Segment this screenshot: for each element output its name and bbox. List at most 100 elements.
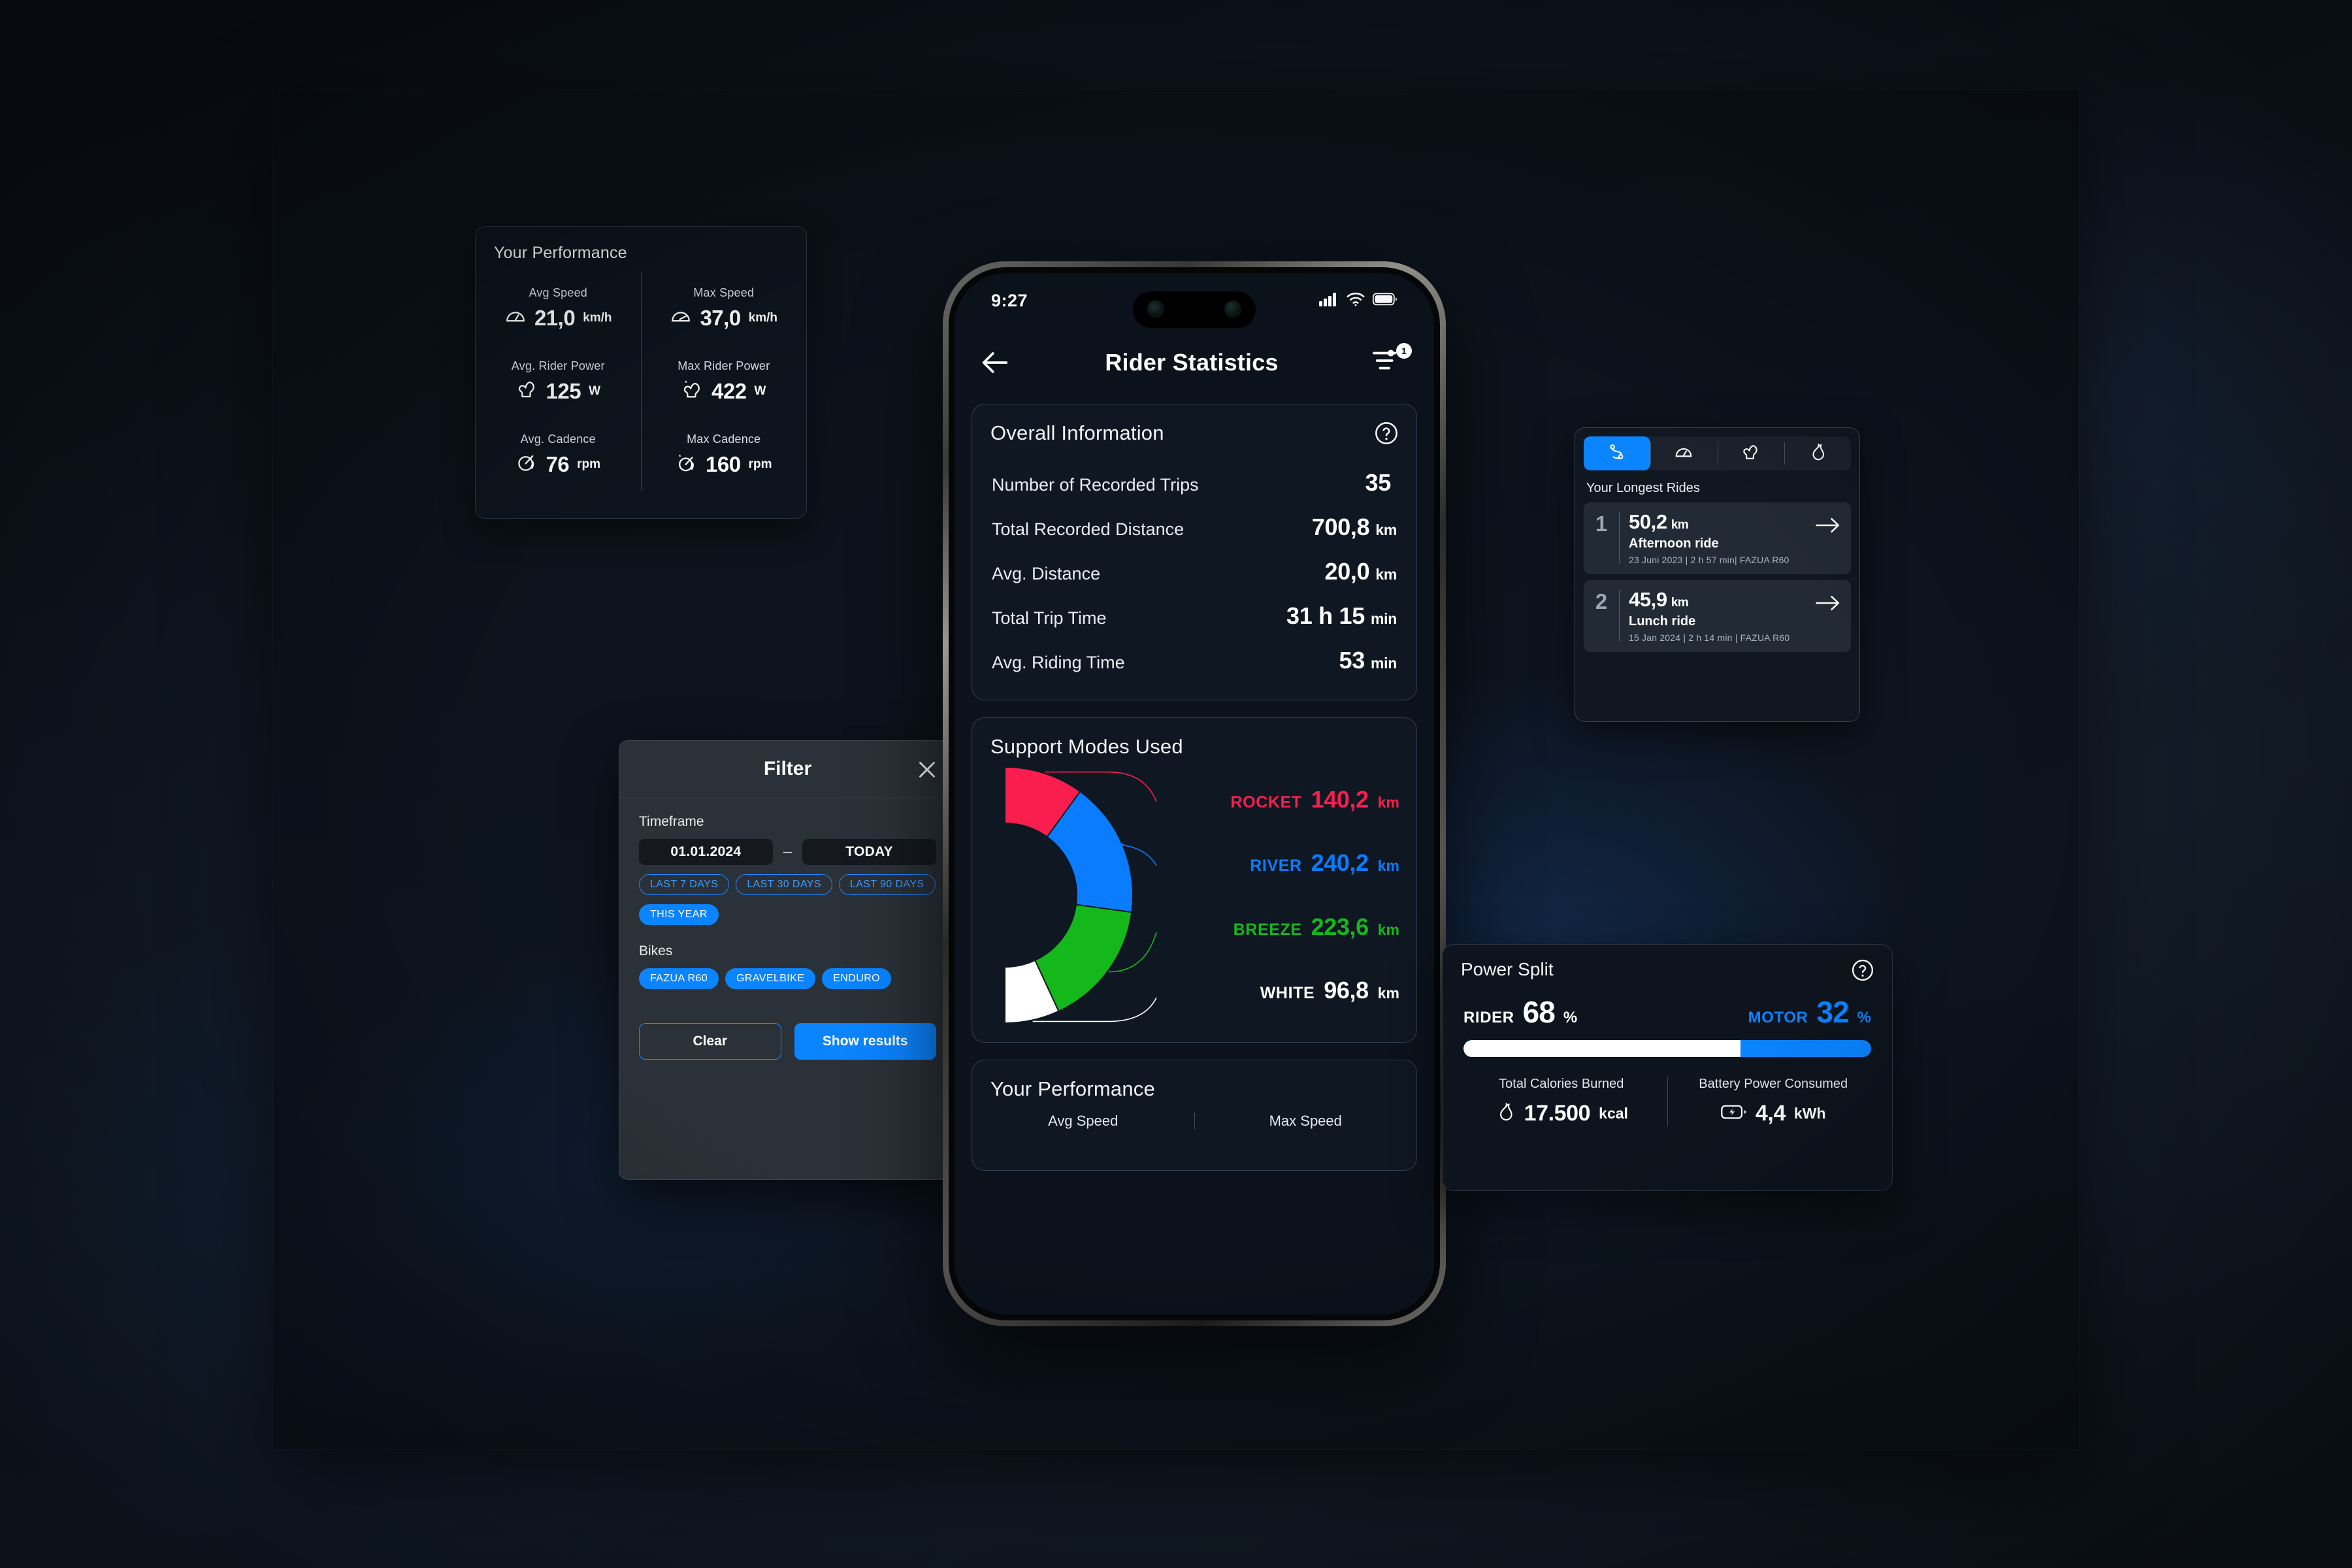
performance-metric-grid: Avg Speed 21,0 km/h Avg. Rider Power 125… (476, 272, 806, 491)
legend-value: 140,2 (1311, 785, 1369, 813)
scroll-content[interactable]: Overall Information Number of Recorded T… (955, 404, 1434, 1315)
metric-max-speed: Max Speed 37,0 km/h (670, 286, 777, 331)
metric-max-rider-power: Max Rider Power 422 W (678, 359, 770, 404)
filter-dialog-title: Filter (763, 758, 812, 779)
rider-label: RIDER (1463, 1009, 1514, 1026)
legend-label: ROCKET (1230, 792, 1302, 811)
metric-unit: W (754, 384, 766, 398)
overall-information-card: Overall Information Number of Recorded T… (972, 404, 1417, 700)
legend-label: WHITE (1260, 984, 1315, 1003)
chip-bike-enduro[interactable]: ENDURO (822, 968, 892, 989)
help-circle-icon[interactable] (1373, 420, 1399, 446)
bike-chips: FAZUA R60 GRAVELBIKE ENDURO (639, 968, 936, 989)
chip-last-30-days[interactable]: LAST 30 DAYS (736, 874, 832, 895)
flame-icon (1495, 1102, 1516, 1126)
chip-bike-fazua-r60[interactable]: FAZUA R60 (639, 968, 719, 989)
page-title: Rider Statistics (1105, 349, 1279, 376)
show-results-button[interactable]: Show results (794, 1023, 936, 1060)
arrow-left-icon[interactable] (978, 346, 1012, 380)
metric-avg-speed: Avg Speed 21,0 km/h (504, 286, 612, 331)
metric-max-cadence: Max Cadence 160 rpm (676, 433, 772, 477)
cellular-bars-icon (1319, 292, 1339, 310)
muscle-icon (1741, 442, 1761, 465)
row-unit: min (1371, 655, 1397, 672)
filter-dialog: Filter Timeframe 01.01.2024 – TODAY LAST… (619, 740, 956, 1180)
phone-screen: 9:27 Rider Statistics 1 Overall Informat… (955, 273, 1434, 1315)
row-value: 31 h 15 (1286, 602, 1365, 629)
row-value: 53 (1339, 647, 1365, 674)
timeframe-range: 01.01.2024 – TODAY (639, 839, 937, 865)
metric-unit: rpm (577, 457, 601, 471)
support-modes-title: Support Modes Used (990, 735, 1183, 758)
divider (1619, 512, 1620, 564)
row-unit: km (1375, 566, 1397, 583)
metric-label: Avg. Cadence (520, 433, 596, 446)
filter-sort-icon[interactable]: 1 (1371, 343, 1412, 380)
legend-unit: km (1377, 793, 1399, 811)
row-key: Number of Recorded Trips (992, 475, 1199, 495)
ride-name: Afternoon ride (1629, 536, 1719, 551)
overall-information-title: Overall Information (990, 421, 1164, 444)
legend-label: RIVER (1250, 857, 1302, 875)
date-from-field[interactable]: 01.01.2024 (639, 839, 773, 865)
max-muscle-icon (681, 378, 704, 404)
phone-mockup: 9:27 Rider Statistics 1 Overall Informat… (943, 261, 1446, 1326)
tab-calories[interactable] (1784, 436, 1851, 470)
divider (1619, 589, 1620, 642)
quick-range-chips-row-1: LAST 7 DAYS LAST 30 DAYS LAST 90 DAYS (639, 874, 936, 895)
power-split-values: RIDER 68 % MOTOR 32 % (1443, 980, 1892, 1030)
performance-card-title: Your Performance (494, 244, 627, 262)
motor-value: 32 (1816, 995, 1849, 1029)
tab-power[interactable] (1717, 436, 1784, 470)
close-icon[interactable] (915, 758, 939, 781)
row-key: Total Recorded Distance (992, 519, 1184, 539)
legend-item: ROCKET 140,2 km (1173, 785, 1400, 813)
phone-performance-col-max-speed: Max Speed (1269, 1113, 1342, 1129)
help-circle-icon[interactable] (1850, 958, 1875, 983)
max-speedometer-icon (670, 305, 692, 331)
chip-last-90-days[interactable]: LAST 90 DAYS (838, 874, 936, 895)
row-value: 20,0 (1324, 558, 1370, 585)
table-row: Avg. Riding Time 53 min (992, 638, 1397, 683)
legend-unit: km (1377, 857, 1399, 875)
tab-route[interactable] (1584, 436, 1651, 470)
metric-unit: km/h (748, 310, 778, 325)
clear-button[interactable]: Clear (639, 1023, 781, 1060)
ride-rank: 2 (1595, 589, 1608, 613)
arrow-right-icon[interactable] (1816, 517, 1840, 534)
performance-column-max: Max Speed 37,0 km/h Max Rider Power 422 … (642, 272, 807, 491)
legend-value: 223,6 (1311, 913, 1369, 940)
metric-value: 21,0 (534, 305, 576, 330)
muscle-icon (516, 378, 538, 404)
motor-percent-sign: % (1857, 1009, 1871, 1026)
support-modes-donut-chart (981, 766, 1171, 1024)
bikes-label: Bikes (639, 943, 673, 958)
camera-lens-icon (1147, 301, 1164, 318)
metric-unit: rpm (748, 457, 772, 471)
metric-value: 422 (711, 378, 747, 403)
flame-icon (1808, 442, 1827, 465)
battery-power-consumed: Battery Power Consumed 4,4 kWh (1668, 1077, 1880, 1126)
tab-speed[interactable] (1650, 436, 1717, 470)
rider-percent-sign: % (1563, 1009, 1578, 1026)
ride-meta: 23 Juni 2023 | 2 h 57 min| FAZUA R60 (1629, 555, 1789, 565)
chip-bike-gravelbike[interactable]: GRAVELBIKE (725, 968, 816, 989)
list-item[interactable]: 1 50,2 km Afternoon ride 23 Juni 2023 | 2… (1584, 502, 1851, 574)
chip-this-year[interactable]: THIS YEAR (639, 904, 719, 925)
overall-information-list: Number of Recorded Trips 35 Total Record… (972, 445, 1416, 700)
date-to-field[interactable]: TODAY (802, 839, 937, 865)
phone-performance-card: Your Performance Avg Speed Max Speed (972, 1060, 1417, 1171)
legend-item: WHITE 96,8 km (1173, 977, 1399, 1004)
arrow-right-icon[interactable] (1816, 595, 1840, 612)
motor-share: MOTOR 32 % (1748, 994, 1871, 1030)
legend-value: 240,2 (1311, 849, 1369, 877)
list-item[interactable]: 2 45,9 km Lunch ride 15 Jan 2024 | 2 h 14… (1584, 580, 1851, 652)
metric-label: Avg Speed (529, 286, 588, 299)
row-unit: km (1375, 521, 1397, 538)
ride-rank: 1 (1595, 512, 1608, 536)
power-split-bar (1463, 1040, 1871, 1057)
battery-charging-icon (1721, 1103, 1747, 1124)
longest-rides-title: Your Longest Rides (1586, 481, 1700, 495)
chip-last-7-days[interactable]: LAST 7 DAYS (639, 874, 730, 895)
power-split-card: Power Split RIDER 68 % MOTOR 32 % Total … (1442, 944, 1893, 1191)
